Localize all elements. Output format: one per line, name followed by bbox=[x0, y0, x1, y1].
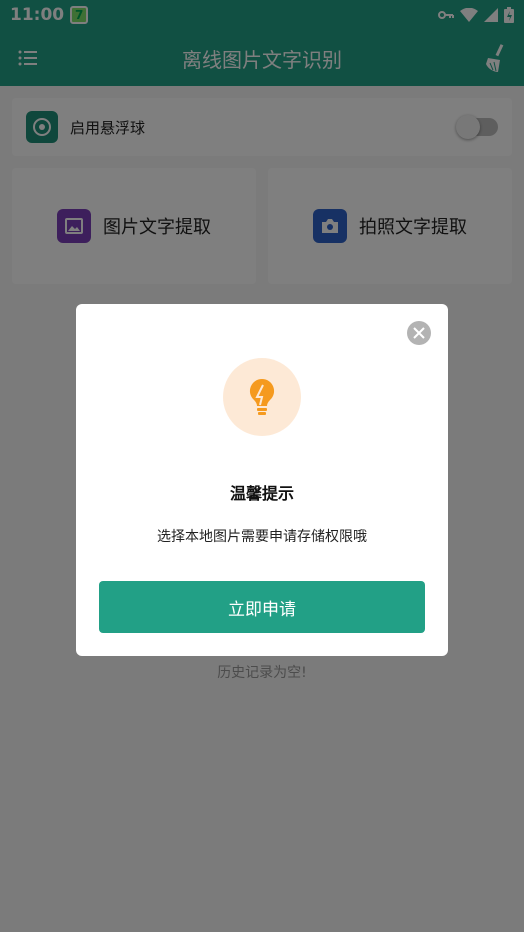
lightbulb-badge bbox=[223, 358, 301, 436]
close-button[interactable] bbox=[407, 321, 431, 345]
permission-dialog: 温馨提示 选择本地图片需要申请存储权限哦 立即申请 bbox=[76, 304, 448, 656]
apply-now-button[interactable]: 立即申请 bbox=[99, 581, 425, 633]
dialog-title: 温馨提示 bbox=[229, 484, 294, 503]
dialog-message: 选择本地图片需要申请存储权限哦 bbox=[157, 529, 367, 545]
lightbulb-icon bbox=[249, 378, 275, 415]
close-icon bbox=[413, 327, 425, 339]
